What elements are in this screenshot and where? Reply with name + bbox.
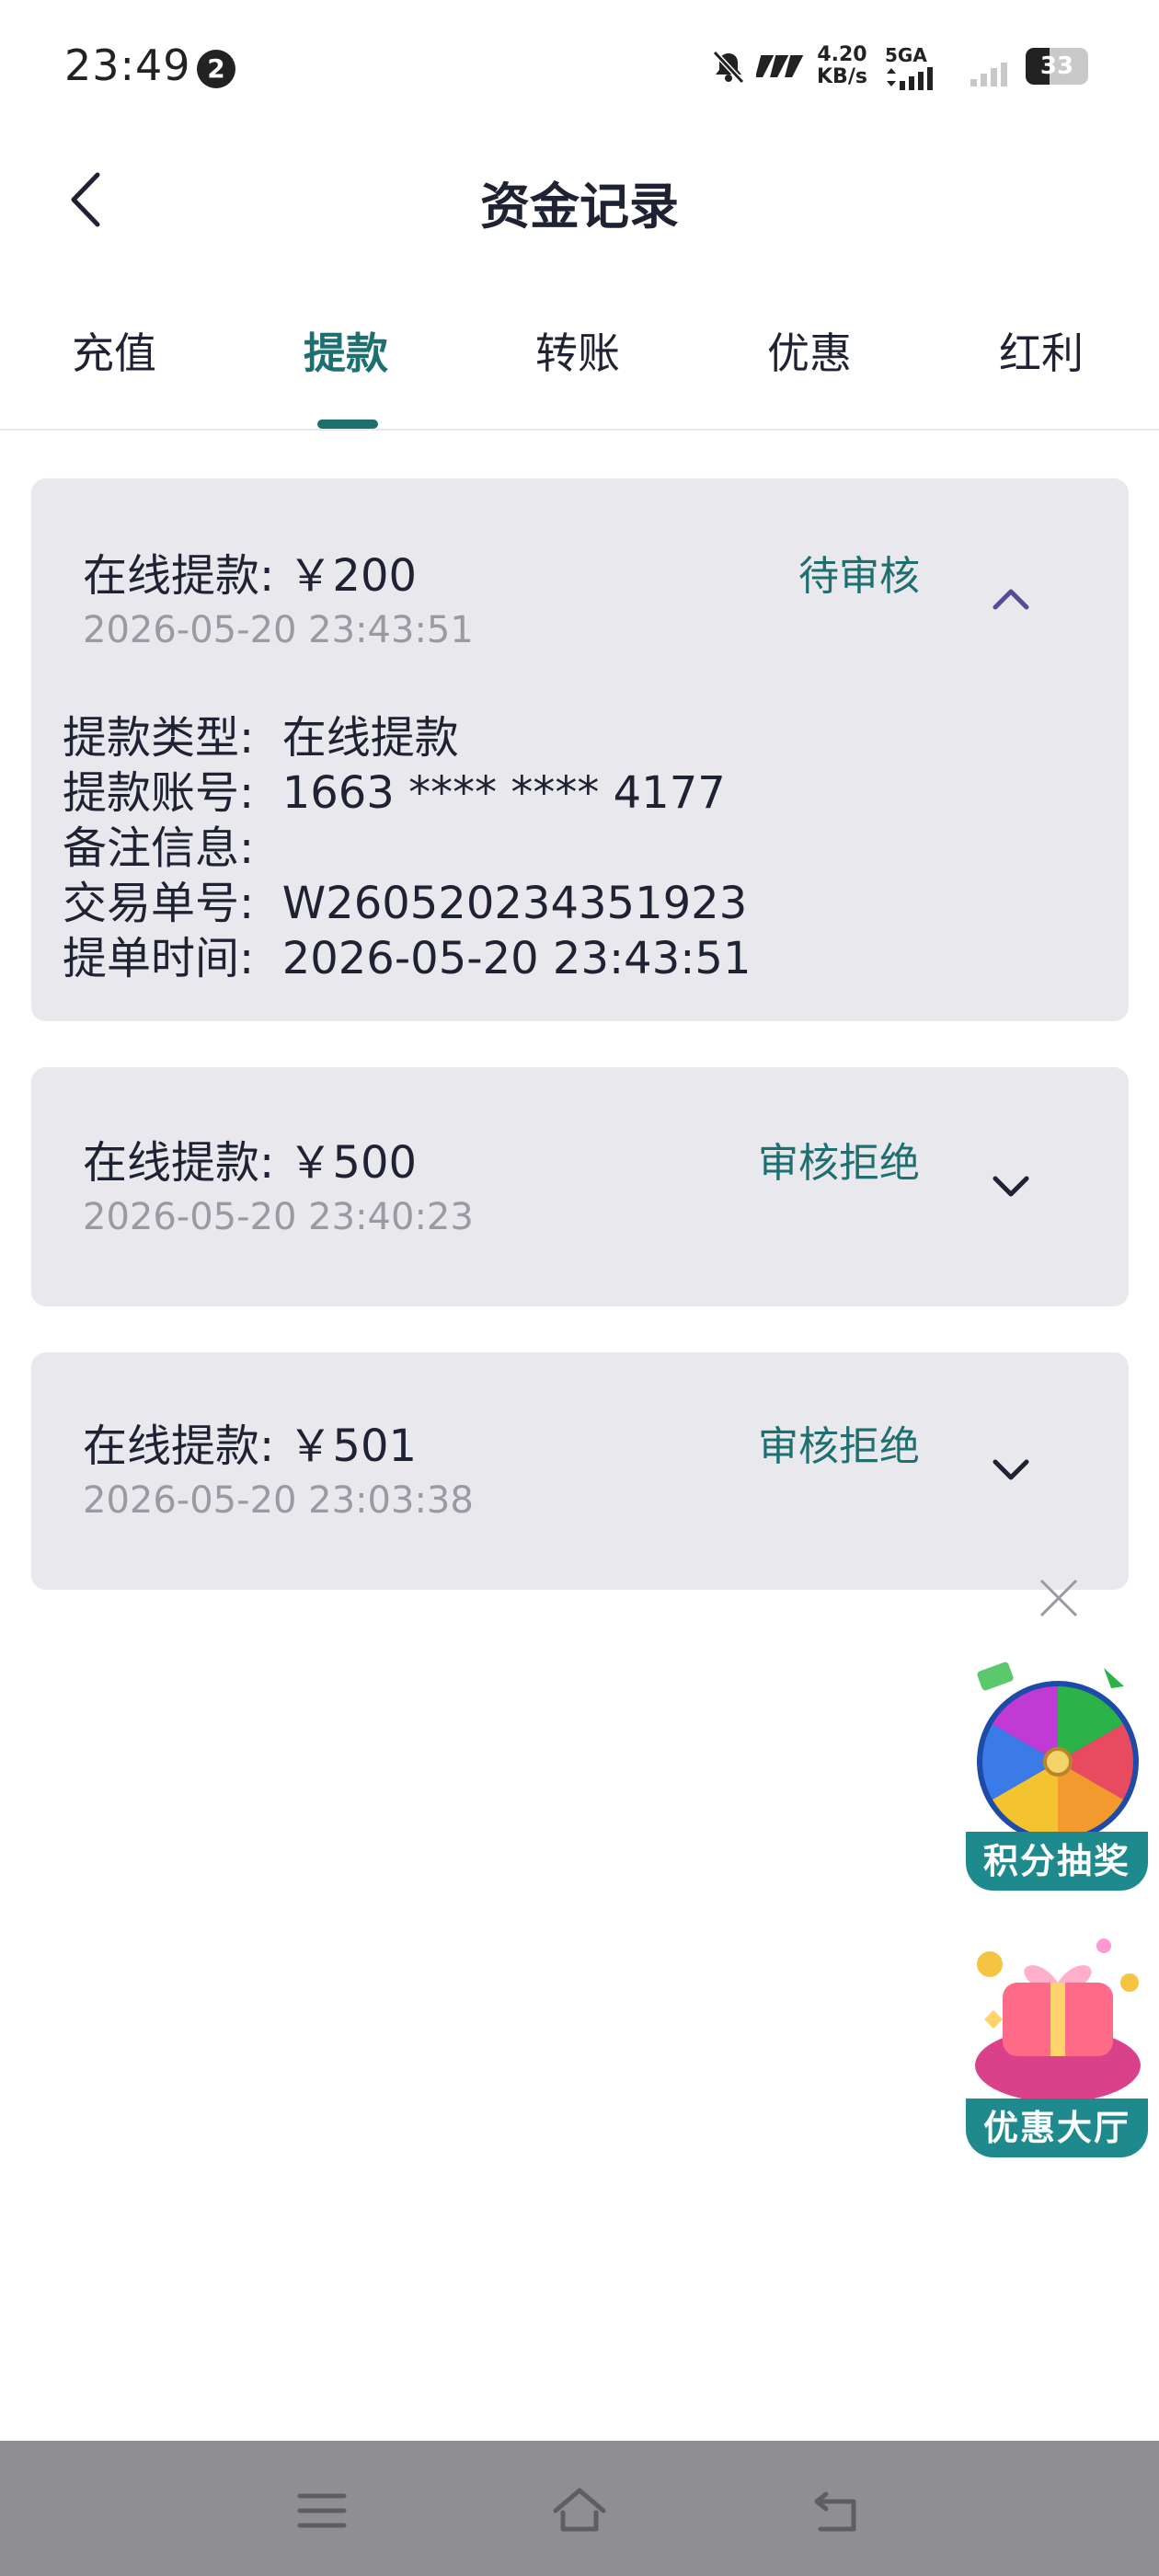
record-status: 审核拒绝 bbox=[758, 1423, 920, 1470]
chevron-up-icon[interactable] bbox=[988, 576, 1034, 622]
chevron-down-icon[interactable] bbox=[988, 1163, 1034, 1209]
record-status: 审核拒绝 bbox=[758, 1140, 920, 1187]
page: 23:49 2 4.20 KB/s 5GA 33 资金记录 充值 提款 转账 优… bbox=[0, 0, 1159, 2576]
offers-hall-label: 优惠大厅 bbox=[966, 2099, 1148, 2157]
battery-icon: 33 bbox=[1026, 48, 1088, 85]
withdraw-record-card[interactable]: 在线提款: ￥500 2026-05-20 23:40:23 审核拒绝 bbox=[31, 1067, 1129, 1306]
signal-weak-icon bbox=[970, 63, 1007, 86]
page-title: 资金记录 bbox=[480, 178, 679, 236]
notification-badge: 2 bbox=[197, 50, 235, 88]
record-time: 2026-05-20 23:03:38 bbox=[83, 1479, 474, 1522]
tab-bonus[interactable]: 红利 bbox=[999, 320, 1084, 381]
home-icon[interactable] bbox=[550, 2481, 609, 2540]
offers-hall-widget[interactable]: 优惠大厅 bbox=[960, 1927, 1153, 2157]
mute-bell-icon bbox=[712, 50, 745, 85]
detail-order-number: 交易单号: W260520234351923 bbox=[63, 878, 748, 929]
points-lottery-widget[interactable]: 积分抽奖 bbox=[960, 1661, 1153, 1891]
menu-icon[interactable] bbox=[293, 2481, 351, 2540]
detail-submit-time: 提单时间: 2026-05-20 23:43:51 bbox=[63, 933, 752, 984]
points-lottery-label: 积分抽奖 bbox=[966, 1832, 1148, 1891]
speed-unit: KB/s bbox=[817, 65, 867, 88]
detail-withdraw-type: 提款类型: 在线提款 bbox=[63, 712, 459, 764]
active-tab-indicator bbox=[317, 420, 378, 429]
signal-strength-icon bbox=[887, 67, 933, 90]
detail-account: 提款账号: 1663 **** **** 4177 bbox=[63, 767, 726, 819]
tab-withdraw[interactable]: 提款 bbox=[304, 320, 388, 381]
battery-level: 33 bbox=[1039, 52, 1074, 80]
tab-offers[interactable]: 优惠 bbox=[767, 320, 852, 381]
status-time: 23:49 bbox=[64, 40, 191, 90]
prize-wheel-icon bbox=[977, 1662, 1139, 1843]
app-header: 资金记录 bbox=[0, 138, 1159, 267]
tab-transfer[interactable]: 转账 bbox=[535, 320, 620, 381]
tab-recharge[interactable]: 充值 bbox=[72, 320, 156, 381]
record-time: 2026-05-20 23:40:23 bbox=[83, 1196, 474, 1238]
tab-bar: 充值 提款 转账 优惠 红利 bbox=[0, 294, 1159, 431]
close-icon[interactable] bbox=[1038, 1577, 1080, 1619]
record-title: 在线提款: ￥500 bbox=[83, 1137, 418, 1189]
chevron-down-icon[interactable] bbox=[988, 1446, 1034, 1492]
status-bar: 23:49 2 4.20 KB/s 5GA 33 bbox=[0, 0, 1159, 138]
system-nav-bar bbox=[0, 2441, 1159, 2576]
network-speed: 4.20 KB/s bbox=[817, 44, 867, 88]
speed-value: 4.20 bbox=[817, 43, 867, 66]
record-details: 提款类型: 在线提款 提款账号: 1663 **** **** 4177 备注信… bbox=[63, 710, 751, 986]
back-icon[interactable] bbox=[808, 2481, 866, 2540]
network-label: 5GA bbox=[885, 44, 927, 66]
status-icons: 4.20 KB/s 5GA 33 bbox=[708, 42, 1104, 98]
detail-remark: 备注信息: bbox=[63, 822, 255, 874]
record-status: 待审核 bbox=[798, 553, 920, 600]
withdraw-record-card[interactable]: 在线提款: ￥501 2026-05-20 23:03:38 审核拒绝 bbox=[31, 1352, 1129, 1590]
network-type: 5GA bbox=[885, 44, 949, 95]
app-logo-icon bbox=[756, 55, 804, 77]
record-title: 在线提款: ￥501 bbox=[83, 1420, 418, 1472]
withdraw-record-card[interactable]: 在线提款: ￥200 2026-05-20 23:43:51 待审核 提款类型:… bbox=[31, 478, 1129, 1021]
gift-box-icon bbox=[975, 1938, 1141, 2102]
record-time: 2026-05-20 23:43:51 bbox=[83, 609, 474, 651]
record-title: 在线提款: ￥200 bbox=[83, 550, 418, 602]
